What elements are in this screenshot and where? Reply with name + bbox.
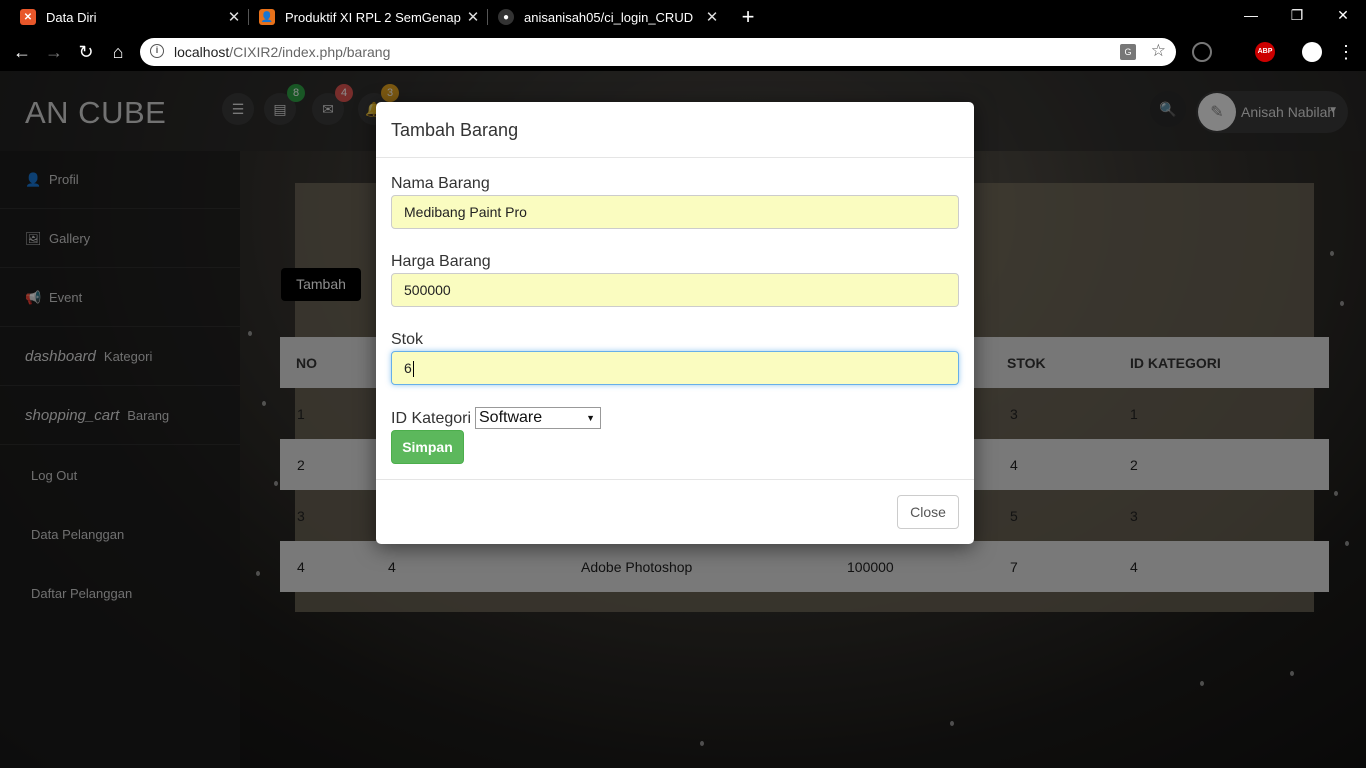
browser-toolbar: ← → ↻ ⌂ i localhost/CIXIR2/index.php/bar… bbox=[0, 34, 1366, 71]
translate-icon[interactable]: G bbox=[1120, 44, 1136, 60]
reload-button[interactable]: ↻ bbox=[74, 40, 98, 64]
stok-input[interactable]: 6 bbox=[391, 351, 959, 385]
minimize-button[interactable]: — bbox=[1228, 0, 1274, 30]
new-tab-button[interactable]: + bbox=[738, 4, 758, 30]
tab-title: anisanisah05/ci_login_CRUD bbox=[524, 9, 694, 25]
window-close-button[interactable]: ✕ bbox=[1320, 0, 1366, 30]
tab-title: Data Diri bbox=[46, 9, 97, 25]
chevron-down-icon: ▼ bbox=[586, 413, 595, 423]
info-icon[interactable]: i bbox=[150, 44, 164, 58]
save-button[interactable]: Simpan bbox=[391, 430, 464, 464]
modal-header-divider bbox=[376, 157, 974, 158]
url-host: localhost bbox=[174, 44, 230, 60]
bookmark-star-icon[interactable]: ☆ bbox=[1151, 41, 1166, 61]
tab-separator bbox=[487, 9, 488, 25]
kategori-selected-value: Software bbox=[479, 409, 543, 426]
browser-tab[interactable]: ✕ Data Diri ✕ bbox=[20, 0, 242, 34]
classroom-icon: 👤 bbox=[259, 9, 275, 25]
close-button[interactable]: Close bbox=[897, 495, 959, 529]
forward-button[interactable]: → bbox=[42, 40, 66, 64]
harga-barang-label: Harga Barang bbox=[391, 253, 491, 270]
modal-footer-divider bbox=[376, 479, 974, 480]
close-icon[interactable]: ✕ bbox=[226, 8, 242, 26]
harga-barang-input[interactable]: 500000 bbox=[391, 273, 959, 307]
url-path: /CIXIR2/index.php/barang bbox=[229, 44, 391, 60]
close-icon[interactable]: ✕ bbox=[465, 8, 481, 26]
text-cursor bbox=[412, 361, 414, 378]
tab-title: Produktif XI RPL 2 SemGenap 18 bbox=[285, 9, 465, 25]
profile-icon[interactable] bbox=[1302, 42, 1322, 62]
menu-dots-icon[interactable]: ⋮ bbox=[1334, 40, 1358, 64]
id-kategori-label: ID Kategori bbox=[391, 410, 472, 427]
nama-barang-label: Nama Barang bbox=[391, 175, 490, 192]
back-button[interactable]: ← bbox=[10, 40, 34, 64]
kategori-select[interactable]: Software ▼ bbox=[475, 407, 601, 429]
codeigniter-icon: ✕ bbox=[20, 9, 36, 25]
url-text: localhost/CIXIR2/index.php/barang bbox=[174, 44, 390, 60]
extension-icon[interactable] bbox=[1192, 42, 1212, 62]
restore-button[interactable]: ❐ bbox=[1274, 0, 1320, 30]
address-bar[interactable]: i localhost/CIXIR2/index.php/barang G ☆ bbox=[140, 38, 1176, 66]
stok-label: Stok bbox=[391, 331, 424, 348]
nama-barang-input[interactable]: Medibang Paint Pro bbox=[391, 195, 959, 229]
adblock-icon[interactable]: ABP bbox=[1255, 42, 1275, 62]
browser-tab[interactable]: ● anisanisah05/ci_login_CRUD ✕ bbox=[498, 0, 720, 34]
tab-separator bbox=[248, 9, 249, 25]
github-icon: ● bbox=[498, 9, 514, 25]
browser-tabbar: ✕ Data Diri ✕ 👤 Produktif XI RPL 2 SemGe… bbox=[0, 0, 1366, 34]
stok-value: 6 bbox=[404, 360, 412, 376]
add-item-modal: Tambah Barang Nama Barang Medibang Paint… bbox=[376, 102, 974, 544]
home-button[interactable]: ⌂ bbox=[106, 40, 130, 64]
modal-title: Tambah Barang bbox=[391, 120, 519, 140]
close-icon[interactable]: ✕ bbox=[704, 8, 720, 26]
browser-tab[interactable]: 👤 Produktif XI RPL 2 SemGenap 18 ✕ bbox=[259, 0, 481, 34]
